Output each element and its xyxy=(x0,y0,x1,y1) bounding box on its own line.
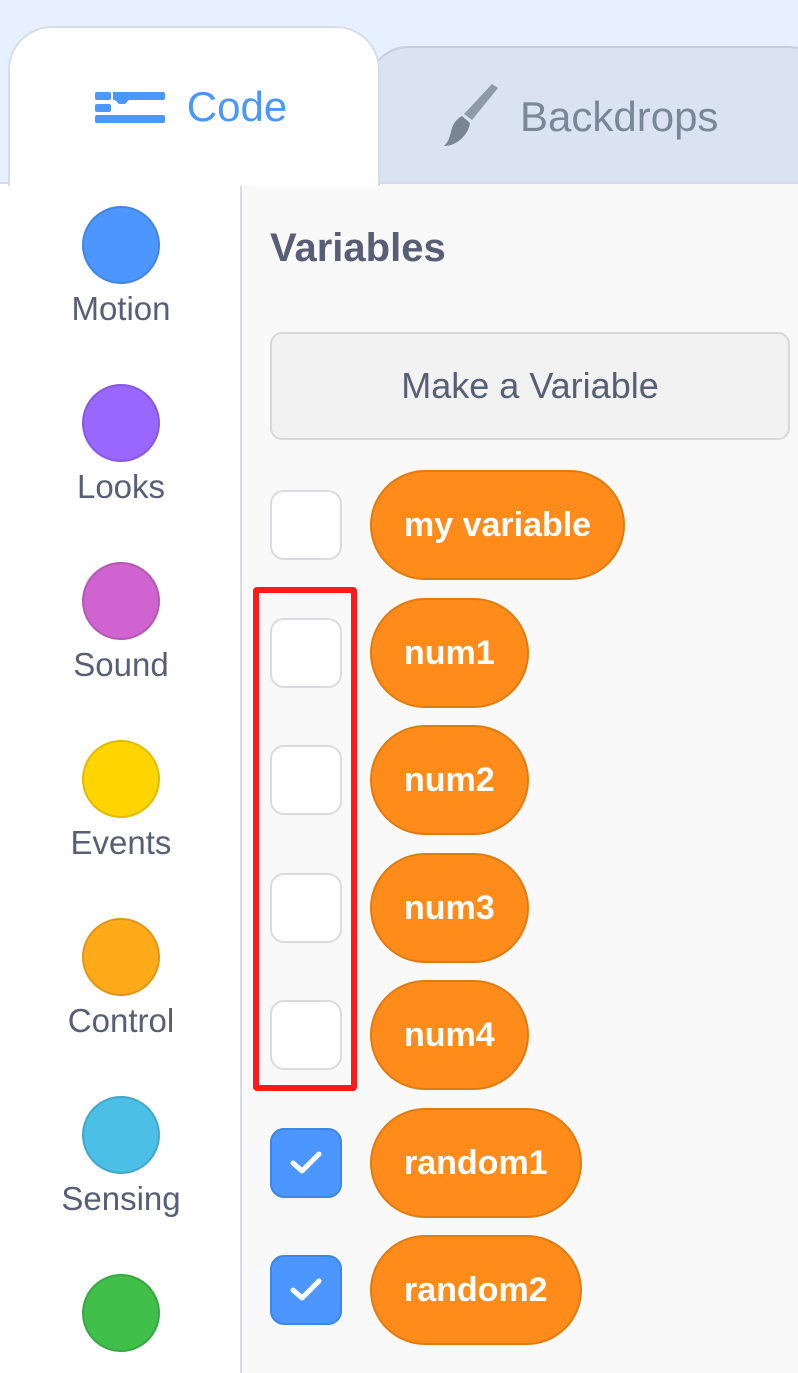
category-category-6-bubble-icon xyxy=(82,1274,160,1352)
category-menu: Motion Looks Sound Events Control Sensing xyxy=(0,182,242,1373)
variable-reporter-block[interactable]: random2 xyxy=(370,1235,582,1345)
category-label: Sound xyxy=(73,646,169,683)
variable-row: num3 xyxy=(270,853,790,963)
category-sensing[interactable]: Sensing xyxy=(0,1096,242,1218)
variable-reporter-block[interactable]: num4 xyxy=(370,980,529,1090)
category-motion[interactable]: Motion xyxy=(0,206,242,328)
variable-row: random1 xyxy=(270,1108,790,1218)
category-control[interactable]: Control xyxy=(0,918,242,1040)
tab-backdrops[interactable]: Backdrops xyxy=(368,46,798,186)
variable-reporter-block[interactable]: my variable xyxy=(370,470,626,580)
checkmark-icon xyxy=(290,1278,322,1301)
tab-code-label: Code xyxy=(186,83,288,130)
variable-checkbox[interactable] xyxy=(270,1128,342,1198)
variable-checkbox[interactable] xyxy=(270,745,342,815)
variable-checkbox[interactable] xyxy=(270,618,342,688)
tab-backdrops-label: Backdrops xyxy=(520,93,719,140)
category-label: Motion xyxy=(71,290,171,327)
block-palette: Variables Make a Variable my variable num… xyxy=(242,182,798,1373)
category-sensing-bubble-icon xyxy=(82,1096,160,1174)
category-motion-bubble-icon xyxy=(82,206,160,284)
category-control-bubble-icon xyxy=(82,918,160,996)
checkmark-icon xyxy=(290,1151,322,1174)
palette-heading: Variables xyxy=(270,226,446,270)
tab-code[interactable]: Code xyxy=(8,26,380,186)
make-variable-button[interactable]: Make a Variable xyxy=(270,332,790,440)
variable-reporter-block[interactable]: random1 xyxy=(370,1108,582,1218)
scratch-editor: Code Backdrops Motion Looks Sound Events Con… xyxy=(0,0,798,1373)
variable-reporter-block[interactable]: num2 xyxy=(370,725,529,835)
variable-row: num4 xyxy=(270,980,790,1090)
variable-row: num1 xyxy=(270,598,790,708)
category-sound-bubble-icon xyxy=(82,562,160,640)
variable-checkbox[interactable] xyxy=(270,873,342,943)
variable-reporter-block[interactable]: num3 xyxy=(370,853,529,963)
variable-reporter-block[interactable]: num1 xyxy=(370,598,529,708)
variable-checkbox[interactable] xyxy=(270,1255,342,1325)
variable-row: my variable xyxy=(270,470,790,580)
variable-checkbox[interactable] xyxy=(270,490,342,560)
category-label: Events xyxy=(70,824,172,861)
category-sound[interactable]: Sound xyxy=(0,562,242,684)
category-looks[interactable]: Looks xyxy=(0,384,242,506)
variable-checkbox[interactable] xyxy=(270,1000,342,1070)
category-label: Looks xyxy=(76,468,166,505)
category-events-bubble-icon xyxy=(82,740,160,818)
category-label: Control xyxy=(67,1002,175,1039)
variable-row: num2 xyxy=(270,725,790,835)
category-label: Sensing xyxy=(61,1180,181,1217)
code-icon xyxy=(94,90,165,124)
brush-icon xyxy=(442,84,502,150)
category-category-6[interactable] xyxy=(0,1274,242,1358)
variable-row: random2 xyxy=(270,1235,790,1345)
category-events[interactable]: Events xyxy=(0,740,242,862)
category-looks-bubble-icon xyxy=(82,384,160,462)
